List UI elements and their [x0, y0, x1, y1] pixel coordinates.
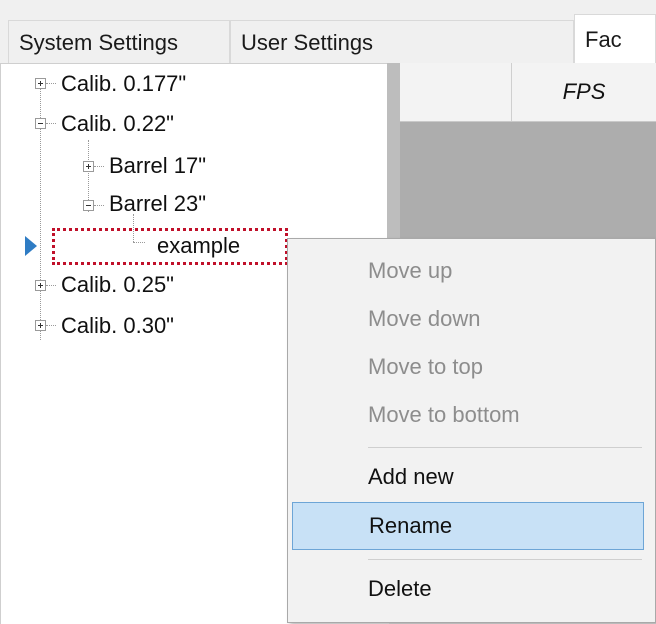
menu-item-move-to-bottom[interactable]: Move to bottom — [292, 391, 644, 439]
tree-node-calib-025[interactable]: Calib. 0.25" — [61, 267, 174, 303]
tree-connector — [94, 166, 104, 167]
tree-node-barrel-23[interactable]: Barrel 23" — [109, 186, 206, 222]
grid-column-header[interactable] — [400, 63, 512, 121]
tab-user-settings[interactable]: User Settings — [230, 20, 574, 64]
menu-item-move-up[interactable]: Move up — [292, 247, 644, 295]
expand-plus-icon[interactable] — [35, 320, 46, 331]
grid-column-label: FPS — [562, 79, 606, 104]
menu-item-rename[interactable]: Rename — [292, 502, 644, 550]
tab-factory-settings[interactable]: Fac — [574, 14, 656, 65]
tree-node-calib-022[interactable]: Calib. 0.22" — [61, 106, 174, 142]
tab-label: Fac — [585, 27, 622, 52]
tree-connector — [94, 205, 104, 206]
menu-item-add-new[interactable]: Add new — [292, 453, 644, 501]
tab-system-settings[interactable]: System Settings — [8, 20, 230, 64]
menu-separator — [368, 559, 642, 560]
tree-connector — [46, 83, 56, 84]
tab-label: User Settings — [241, 30, 374, 55]
grid-header: FPS — [400, 63, 656, 122]
expand-plus-icon[interactable] — [83, 161, 94, 172]
menu-item-move-down[interactable]: Move down — [292, 295, 644, 343]
tree-connector — [46, 325, 56, 326]
expand-plus-icon[interactable] — [35, 280, 46, 291]
menu-separator — [368, 447, 642, 448]
collapse-minus-icon[interactable] — [35, 118, 46, 129]
tree-node-calib-0177[interactable]: Calib. 0.177" — [61, 66, 186, 102]
current-row-arrow-icon — [25, 236, 37, 256]
menu-item-delete[interactable]: Delete — [292, 565, 644, 613]
tree-connector — [46, 123, 56, 124]
menu-item-move-to-top[interactable]: Move to top — [292, 343, 644, 391]
collapse-minus-icon[interactable] — [83, 200, 94, 211]
selection-focus-rect — [52, 228, 288, 265]
expand-plus-icon[interactable] — [35, 78, 46, 89]
grid-column-label — [400, 63, 511, 121]
tab-label: System Settings — [19, 30, 178, 55]
settings-tab-strip: System Settings User Settings Fac — [0, 0, 656, 65]
tree-node-barrel-17[interactable]: Barrel 17" — [109, 148, 206, 184]
grid-column-header-fps[interactable]: FPS — [512, 63, 656, 121]
tree-connector — [46, 285, 56, 286]
context-menu: Move up Move down Move to top Move to bo… — [287, 238, 656, 623]
tree-node-calib-030[interactable]: Calib. 0.30" — [61, 308, 174, 344]
